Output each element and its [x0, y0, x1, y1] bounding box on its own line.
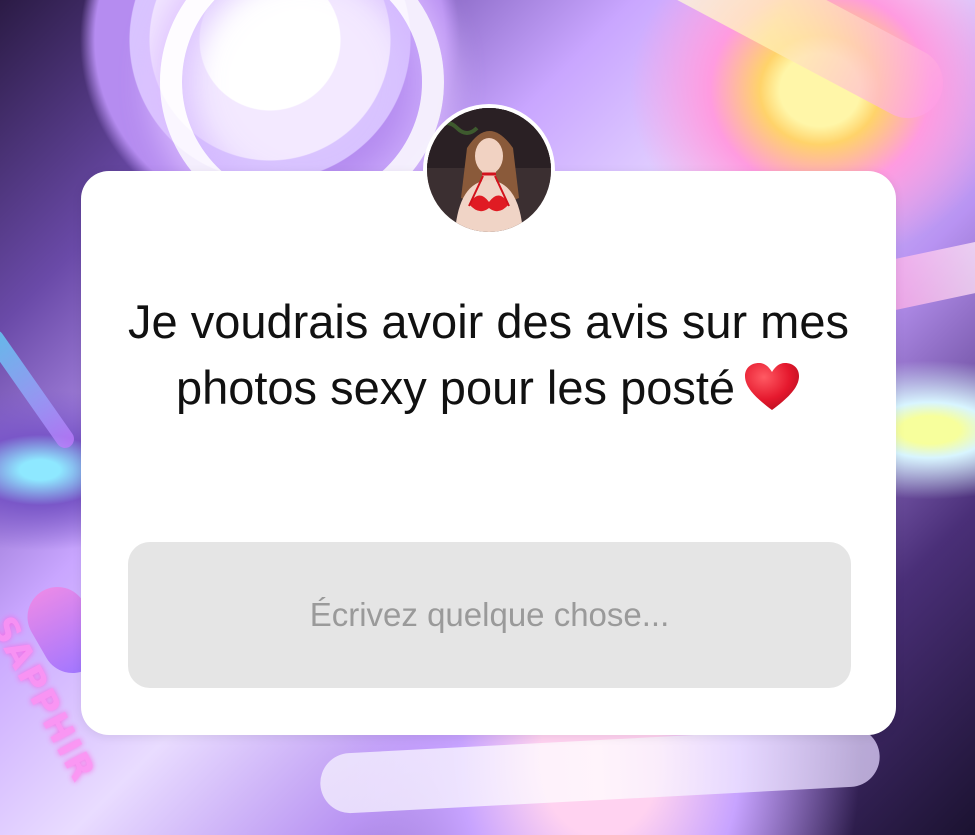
- light-streak: [0, 326, 78, 452]
- question-text: Je voudrais avoir des avis sur mes photo…: [81, 289, 896, 421]
- question-label: Je voudrais avoir des avis sur mes photo…: [128, 295, 849, 414]
- heart-emoji-icon: [743, 362, 801, 412]
- avatar[interactable]: [423, 104, 555, 236]
- light-streak: [318, 725, 882, 815]
- question-sticker-card: Je voudrais avoir des avis sur mes photo…: [81, 171, 896, 735]
- story-background: SAPPHIR Je voudrais avoir des avis sur m…: [0, 0, 975, 835]
- light-streak: [604, 0, 956, 131]
- profile-photo: [427, 108, 551, 232]
- answer-input[interactable]: [128, 542, 851, 688]
